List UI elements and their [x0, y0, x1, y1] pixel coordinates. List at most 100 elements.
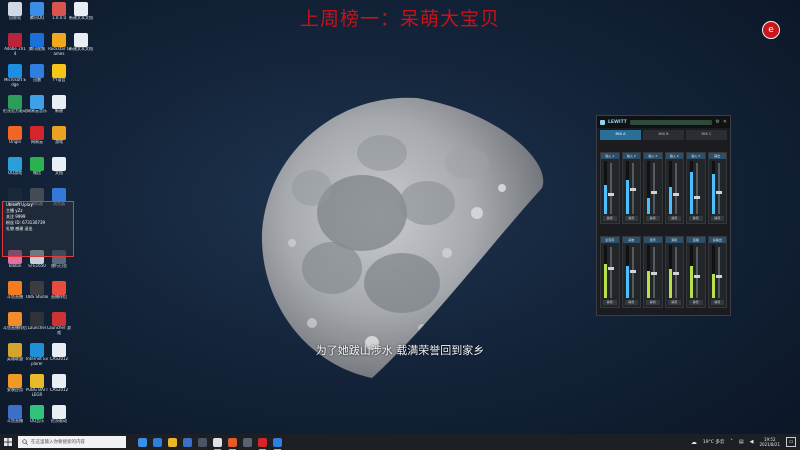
desktop-icon[interactable]: 伦茨驱动 — [47, 405, 71, 435]
desktop-icon[interactable]: 斗鱼直播 — [3, 281, 27, 311]
volume-fader-knob[interactable] — [608, 267, 614, 270]
desktop-app-icon — [52, 374, 66, 388]
volume-fader-knob[interactable] — [715, 275, 722, 278]
weather-icon[interactable]: ☁ — [691, 439, 697, 446]
desktop-icon[interactable]: 游戏 — [47, 126, 71, 156]
volume-fader-knob[interactable] — [694, 275, 700, 278]
desktop-icon[interactable]: Launcher 游戏 — [47, 312, 71, 342]
desktop-icon[interactable]: 迅雷 — [25, 64, 49, 94]
mute-button[interactable]: 静音 — [646, 300, 660, 305]
mute-button[interactable]: 静音 — [646, 216, 660, 221]
mute-button[interactable]: 静音 — [667, 216, 681, 221]
taskbar-search-box[interactable]: 在这里输入你要搜索的内容 — [18, 436, 126, 448]
desktop-icon[interactable]: Adobe 2014 — [3, 33, 27, 63]
volume-fader-track[interactable] — [610, 247, 612, 298]
mute-button[interactable]: 静音 — [689, 216, 703, 221]
mute-button[interactable]: 静音 — [603, 300, 617, 305]
mute-button[interactable]: 静音 — [689, 300, 703, 305]
desktop-icon[interactable]: 斗鱼直播 — [3, 405, 27, 435]
volume-fader-knob[interactable] — [715, 191, 722, 194]
mixer-settings-icon[interactable]: ⚙ — [715, 119, 719, 125]
desktop-icon[interactable]: CAS2012 — [47, 374, 71, 404]
mixer-tab[interactable]: MIX A — [600, 130, 641, 140]
desktop-icon[interactable]: QQ游戏 — [3, 157, 27, 187]
desktop-icon[interactable]: 新建文本文档 — [69, 33, 93, 63]
desktop-icon[interactable]: 直播伴侣 — [47, 281, 71, 311]
desktop-icon[interactable]: 斗鱼直播伴侣 — [3, 312, 27, 342]
desktop-icon[interactable]: YY语音 — [47, 64, 71, 94]
taskbar-app-icon[interactable] — [243, 437, 252, 447]
volume-fader-knob[interactable] — [651, 191, 657, 194]
volume-fader-knob[interactable] — [629, 270, 636, 273]
desktop-icon[interactable]: 安装应用 — [3, 374, 27, 404]
mixer-close-icon[interactable]: ✕ — [723, 119, 727, 125]
mixer-channel-strip: 输入 3 静音 — [643, 152, 663, 224]
mute-button[interactable]: 静音 — [603, 216, 617, 221]
mute-button[interactable]: 静音 — [710, 300, 724, 305]
mute-button[interactable]: 静音 — [624, 216, 638, 221]
desktop-icon[interactable]: Rockstar Games — [47, 33, 71, 63]
desktop-app-icon — [52, 126, 66, 140]
taskbar-app-icon[interactable] — [138, 437, 147, 447]
volume-fader-knob[interactable] — [694, 196, 700, 199]
desktop-icon[interactable]: OBS Studio — [25, 281, 49, 311]
mixer-tab[interactable]: MIX B — [643, 130, 684, 140]
volume-fader-knob[interactable] — [629, 188, 636, 191]
desktop-icon[interactable]: Launcher — [25, 312, 49, 342]
desktop-icon[interactable]: QQ音乐 — [25, 405, 49, 435]
desktop-icon[interactable]: 网易云音乐 — [25, 95, 49, 125]
taskbar-app-icon[interactable] — [183, 437, 192, 447]
chevron-up-icon[interactable]: ˄ — [730, 439, 733, 445]
system-tray: ☁ 19°C 多云 ˄ ▤ ◀ 19:52 2021/8/21 ▭ — [691, 434, 796, 450]
volume-fader-knob[interactable] — [651, 272, 657, 275]
volume-fader-knob[interactable] — [672, 193, 679, 196]
desktop-icon[interactable]: Origin — [3, 126, 27, 156]
taskbar-app-icon[interactable] — [228, 437, 237, 450]
desktop-icon[interactable]: PUBG BATTLEGR — [25, 374, 49, 404]
desktop-app-icon — [74, 33, 88, 47]
mute-button[interactable]: 静音 — [667, 300, 681, 305]
taskbar-app-icon[interactable] — [273, 437, 282, 450]
audio-mixer-window[interactable]: LEWITT ⚙ ✕ MIX A MIX B MIX C 输入 1 静音 输入 2 静音输… — [596, 115, 731, 316]
desktop-icon[interactable]: Microsoft Edge — [3, 64, 27, 94]
desktop-icon[interactable]: 文档 — [47, 157, 71, 187]
taskbar-app-icon[interactable] — [213, 437, 222, 450]
mixer-tab[interactable]: MIX C — [686, 130, 727, 140]
volume-fader-track[interactable] — [610, 163, 612, 214]
volume-fader-track[interactable] — [717, 163, 720, 214]
desktop-app-icon — [30, 64, 44, 78]
desktop-icon-label: 伦茨驱动 — [51, 419, 67, 423]
mixer-titlebar[interactable]: LEWITT ⚙ ✕ — [597, 116, 730, 128]
desktop-icon-label: 安装应用 — [7, 388, 23, 392]
taskbar-app-icon[interactable] — [168, 437, 177, 447]
volume-fader-track[interactable] — [696, 247, 698, 298]
desktop-icon[interactable]: 微信 — [25, 157, 49, 187]
mute-button[interactable]: 静音 — [710, 216, 724, 221]
volume-fader-track[interactable] — [674, 163, 677, 214]
taskbar-app-icon[interactable] — [258, 437, 267, 450]
notification-icon[interactable]: ▭ — [786, 437, 796, 447]
volume-fader-track[interactable] — [717, 247, 720, 298]
clock[interactable]: 19:52 2021/8/21 — [759, 437, 780, 447]
desktop-icon[interactable]: 新建 — [47, 95, 71, 125]
weather-text[interactable]: 19°C 多云 — [703, 439, 725, 445]
stream-headline: 上周榜一：呆萌大宝贝 — [299, 8, 500, 30]
desktop-icon[interactable]: 伦茨官方驱动 — [3, 95, 27, 125]
taskbar-app-icon[interactable] — [153, 437, 162, 447]
taskbar-app-icon[interactable] — [198, 437, 207, 447]
mute-button[interactable]: 静音 — [624, 300, 638, 305]
start-button[interactable] — [0, 434, 16, 450]
desktop-app-icon — [30, 405, 44, 419]
volume-fader-track[interactable] — [653, 163, 655, 214]
volume-fader-knob[interactable] — [672, 272, 679, 275]
network-icon[interactable]: ▤ — [739, 439, 744, 445]
volume-fader-knob[interactable] — [608, 193, 614, 196]
volume-icon[interactable]: ◀ — [750, 439, 754, 445]
desktop-icon-label: 斗鱼直播 — [7, 419, 23, 423]
desktop-app-icon — [8, 95, 22, 109]
volume-fader-track[interactable] — [696, 163, 698, 214]
desktop-icon[interactable]: 腾讯视频 — [25, 33, 49, 63]
desktop-app-icon — [30, 126, 44, 140]
desktop-icon[interactable]: 网易云 — [25, 126, 49, 156]
desktop-icon-label: 伦茨官方驱动 — [3, 109, 27, 113]
